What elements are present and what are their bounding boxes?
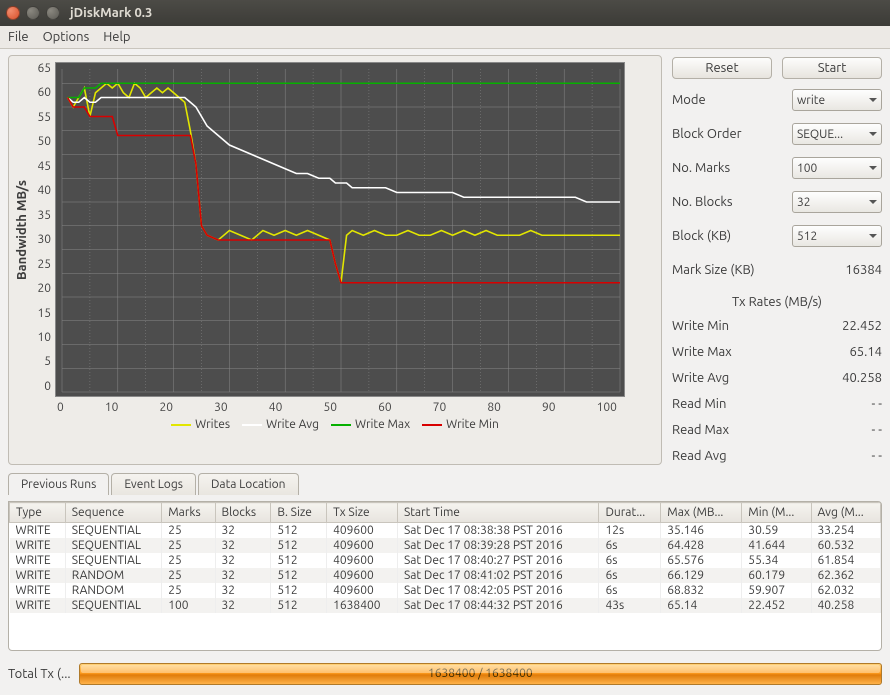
menu-help[interactable]: Help	[103, 30, 130, 44]
tab-data-location[interactable]: Data Location	[198, 473, 299, 495]
x-axis-ticks: 0102030405060708090100	[13, 399, 625, 414]
read-avg-label: Read Avg	[672, 449, 727, 463]
reset-button[interactable]: Reset	[672, 57, 772, 79]
menu-options[interactable]: Options	[43, 30, 90, 44]
y-axis-label: Bandwidth MB/s	[13, 60, 31, 399]
menu-file[interactable]: File	[8, 30, 29, 44]
legend-item: Writes	[171, 418, 230, 431]
mode-label: Mode	[672, 93, 706, 107]
minimize-icon[interactable]	[26, 6, 40, 20]
read-avg-value: - -	[872, 449, 883, 463]
total-tx-label: Total Tx (...	[8, 667, 71, 681]
column-header[interactable]: Type	[10, 503, 66, 523]
chart-legend: Writes Write Avg Write Max Write Min	[13, 414, 657, 433]
table-row[interactable]: WRITERANDOM2532512409600Sat Dec 17 08:41…	[10, 568, 881, 583]
titlebar: jDiskMark 0.3	[0, 0, 890, 26]
column-header[interactable]: Blocks	[215, 503, 271, 523]
mode-select[interactable]: write	[792, 89, 882, 111]
no-blocks-select[interactable]: 32	[792, 191, 882, 213]
write-min-label: Write Min	[672, 319, 729, 333]
close-icon[interactable]	[6, 6, 20, 20]
table-row[interactable]: WRITERANDOM2532512409600Sat Dec 17 08:42…	[10, 583, 881, 598]
no-marks-select[interactable]: 100	[792, 157, 882, 179]
block-order-select[interactable]: SEQUE...	[792, 123, 882, 145]
mark-size-value: 16384	[845, 263, 882, 277]
write-avg-value: 40.258	[842, 371, 882, 385]
column-header[interactable]: Start Time	[397, 503, 599, 523]
column-header[interactable]: B. Size	[271, 503, 327, 523]
start-button[interactable]: Start	[782, 57, 882, 79]
maximize-icon[interactable]	[46, 6, 60, 20]
read-min-value: - -	[872, 397, 883, 411]
read-max-label: Read Max	[672, 423, 729, 437]
column-header[interactable]: Sequence	[65, 503, 161, 523]
plot-area	[55, 62, 625, 397]
write-max-label: Write Max	[672, 345, 732, 359]
write-max-value: 65.14	[849, 345, 882, 359]
block-order-label: Block Order	[672, 127, 742, 141]
mark-size-label: Mark Size (KB)	[672, 263, 755, 277]
column-header[interactable]: Max (MB...	[661, 503, 742, 523]
side-panel: Reset Start Mode write Block Order SEQUE…	[672, 55, 882, 465]
chart-panel: Bandwidth MB/s 6560555045403530252015105…	[8, 55, 662, 465]
y-axis-ticks: 65605550454035302520151050	[31, 60, 55, 395]
tx-rates-header: Tx Rates (MB/s)	[672, 295, 882, 309]
runs-table: TypeSequenceMarksBlocksB. SizeTx SizeSta…	[8, 501, 882, 651]
table-row[interactable]: WRITESEQUENTIAL2532512409600Sat Dec 17 0…	[10, 553, 881, 568]
column-header[interactable]: Durat...	[599, 503, 661, 523]
column-header[interactable]: Avg (M...	[811, 503, 881, 523]
no-marks-label: No. Marks	[672, 161, 730, 175]
legend-item: Write Avg	[242, 418, 319, 431]
menubar: File Options Help	[0, 26, 890, 49]
table-row[interactable]: WRITESEQUENTIAL2532512409600Sat Dec 17 0…	[10, 538, 881, 553]
tab-event-logs[interactable]: Event Logs	[111, 473, 196, 495]
tabs: Previous Runs Event Logs Data Location	[8, 473, 882, 495]
legend-item: Write Max	[331, 418, 410, 431]
write-min-value: 22.452	[842, 319, 882, 333]
window-title: jDiskMark 0.3	[70, 6, 152, 20]
block-kb-label: Block (KB)	[672, 229, 731, 243]
block-kb-select[interactable]: 512	[792, 225, 882, 247]
tab-previous-runs[interactable]: Previous Runs	[8, 473, 109, 495]
progress-bar: 1638400 / 1638400	[79, 663, 882, 685]
read-max-value: - -	[872, 423, 883, 437]
read-min-label: Read Min	[672, 397, 726, 411]
column-header[interactable]: Min (M...	[742, 503, 811, 523]
table-row[interactable]: WRITESEQUENTIAL2532512409600Sat Dec 17 0…	[10, 523, 881, 539]
no-blocks-label: No. Blocks	[672, 195, 733, 209]
legend-item: Write Min	[422, 418, 499, 431]
table-row[interactable]: WRITESEQUENTIAL100325121638400Sat Dec 17…	[10, 598, 881, 613]
column-header[interactable]: Marks	[162, 503, 215, 523]
write-avg-label: Write Avg	[672, 371, 729, 385]
column-header[interactable]: Tx Size	[327, 503, 398, 523]
